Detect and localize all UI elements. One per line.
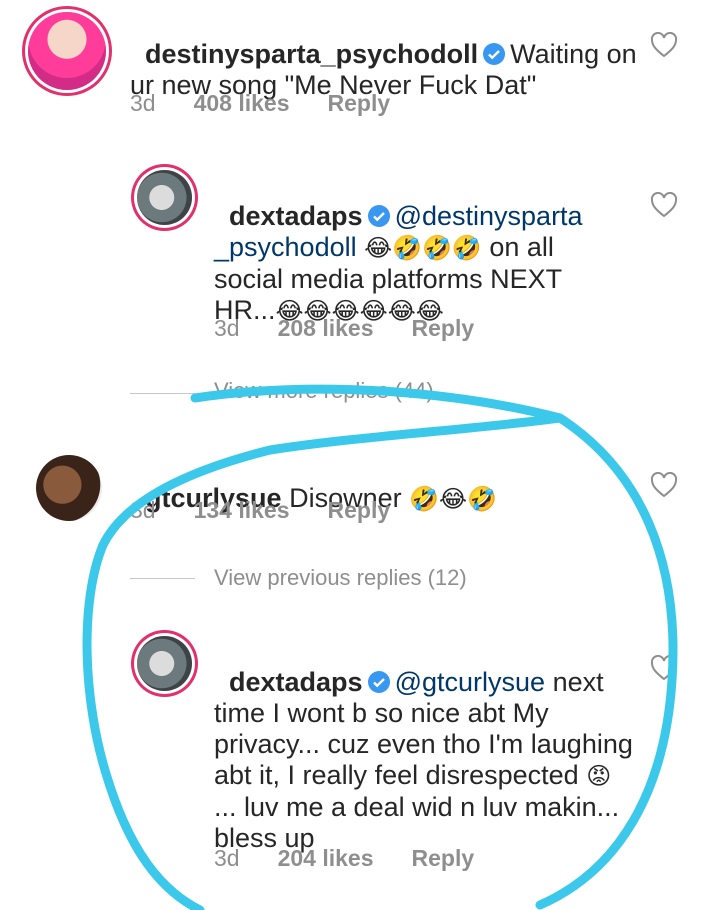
comment-text: dextadaps @destinysparta _psychodoll 😂🤣🤣🤣… <box>214 170 614 327</box>
verified-icon <box>367 205 390 227</box>
comment-meta: 3d 208 likes Reply <box>214 315 512 342</box>
heart-icon[interactable] <box>650 472 678 498</box>
comment-username[interactable]: dextadaps <box>229 667 363 697</box>
comment-username[interactable]: dextadaps <box>229 201 363 231</box>
comment-body-continued: ... luv me a deal wid n luv makin... ble… <box>214 792 627 853</box>
reply-button[interactable]: Reply <box>328 90 391 116</box>
comment-time: 3d <box>130 497 156 523</box>
comment-meta: 3d 408 likes Reply <box>130 90 428 117</box>
comment-meta: 3d 204 likes Reply <box>214 845 512 872</box>
comment-time: 3d <box>214 845 240 871</box>
view-more-replies[interactable]: View more replies (44) <box>214 378 434 404</box>
view-previous-replies[interactable]: View previous replies (12) <box>214 565 467 591</box>
heart-icon[interactable] <box>650 655 678 681</box>
heart-icon[interactable] <box>650 32 678 58</box>
reply-button[interactable]: Reply <box>412 315 475 341</box>
comment-time: 3d <box>130 90 156 116</box>
comment-text: destinysparta_psychodoll Waiting on ur ne… <box>130 8 650 101</box>
reply-button[interactable]: Reply <box>328 497 391 523</box>
divider <box>130 578 195 579</box>
likes-count[interactable]: 408 likes <box>194 90 290 116</box>
verified-icon <box>483 43 506 65</box>
reply-button[interactable]: Reply <box>412 845 475 871</box>
verified-icon <box>367 671 390 693</box>
emoji-laughing: 😂🤣🤣🤣 <box>364 234 482 262</box>
likes-count[interactable]: 204 likes <box>278 845 374 871</box>
comment-username[interactable]: destinysparta_psychodoll <box>145 39 478 69</box>
avatar[interactable] <box>28 12 106 90</box>
avatar[interactable] <box>137 636 192 691</box>
angry-emoji: 😡 <box>586 762 612 790</box>
likes-count[interactable]: 208 likes <box>278 315 374 341</box>
comment-time: 3d <box>214 315 240 341</box>
avatar[interactable] <box>36 455 102 521</box>
avatar[interactable] <box>137 170 192 225</box>
mention-link[interactable]: @gtcurlysue <box>395 667 545 697</box>
divider <box>130 393 195 394</box>
heart-icon[interactable] <box>650 192 678 218</box>
comment-meta: 3d 134 likes Reply <box>130 497 428 524</box>
comment-text: dextadaps @gtcurlysue next time I wont b … <box>214 636 634 854</box>
likes-count[interactable]: 134 likes <box>194 497 290 523</box>
